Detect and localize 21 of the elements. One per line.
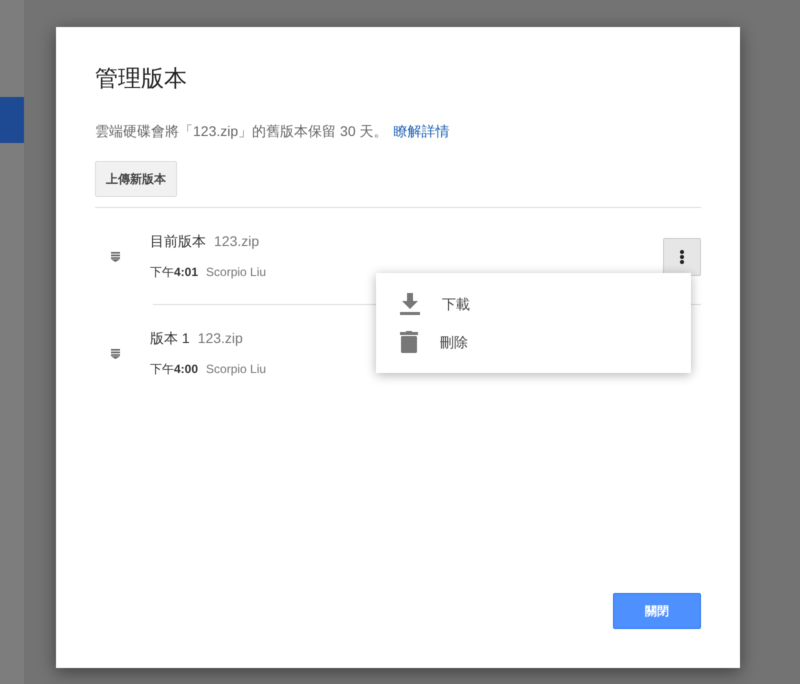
version-label: 版本 1 bbox=[150, 330, 190, 346]
version-label: 目前版本 bbox=[150, 232, 206, 249]
more-button[interactable] bbox=[663, 238, 701, 276]
more-icon bbox=[680, 250, 684, 264]
version-time: 下午4:01 bbox=[150, 264, 198, 279]
retention-notice: 雲端硬碟會將「123.zip」的舊版本保留 30 天。 bbox=[95, 122, 388, 139]
learn-more-link[interactable]: 瞭解詳情 bbox=[394, 122, 450, 139]
upload-button[interactable]: 上傳新版本 bbox=[95, 160, 177, 197]
sidebar-highlight bbox=[0, 97, 24, 143]
file-type-icon bbox=[111, 348, 120, 359]
file-type-icon bbox=[111, 252, 120, 262]
version-time: 下午4:00 bbox=[150, 362, 198, 376]
author-name: Scorpio Liu bbox=[206, 362, 266, 376]
menu-item[interactable]: 刪除 bbox=[376, 323, 691, 361]
menu-item[interactable]: 下載 bbox=[376, 285, 691, 323]
file-name: 123.zip bbox=[214, 232, 260, 249]
dialog-title: 管理版本 bbox=[95, 65, 188, 93]
trash-icon bbox=[400, 331, 418, 353]
author-name: Scorpio Liu bbox=[206, 264, 266, 279]
download-icon bbox=[400, 293, 420, 315]
file-name: 123.zip bbox=[198, 330, 243, 346]
